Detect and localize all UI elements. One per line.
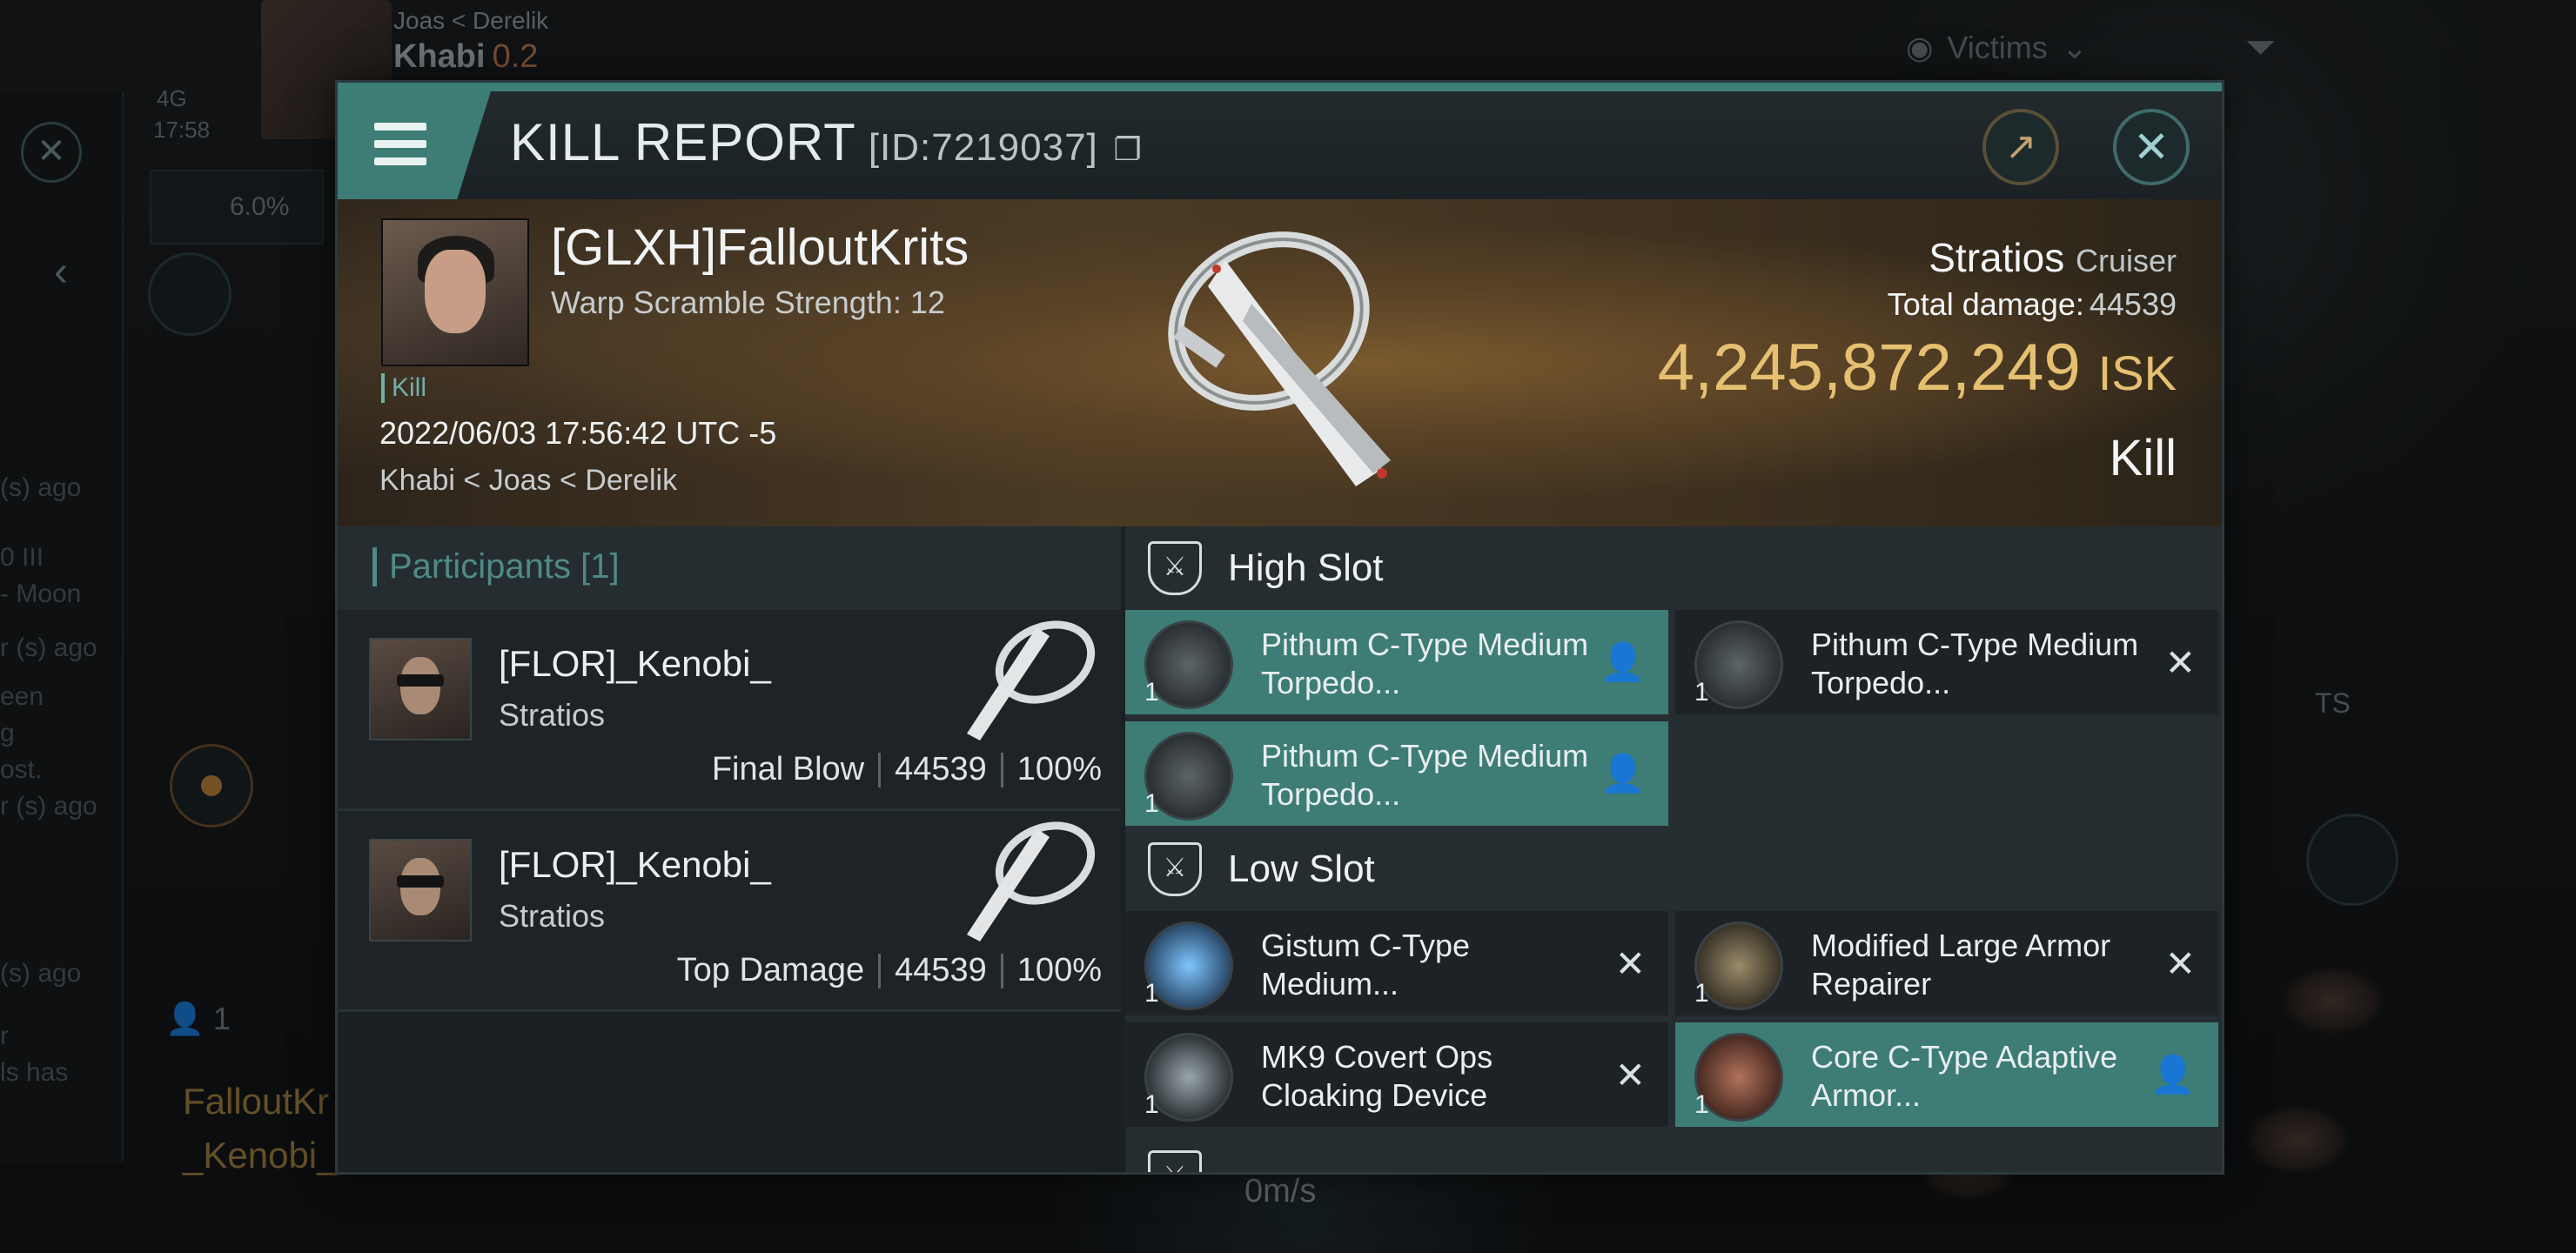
x-icon: ✕	[1614, 943, 1646, 984]
participant-stats: Final Blow 44539 100%	[711, 751, 1102, 787]
copy-icon[interactable]: ❐	[1113, 131, 1142, 167]
participants-count: [1]	[580, 547, 620, 586]
share-icon[interactable]: ↗	[1982, 109, 2059, 185]
slot-icon: ⚔	[1148, 1150, 1202, 1172]
hamburger-icon	[374, 123, 426, 175]
participant-ship-icon	[967, 821, 1096, 941]
participant-portrait	[369, 839, 472, 941]
module-item[interactable]: 1 Modified Large Armor Repairer ✕	[1675, 911, 2218, 1015]
menu-button[interactable]	[338, 91, 491, 199]
ship-type[interactable]: Stratios Cruiser	[1929, 234, 2177, 281]
victim-banner: [GLXH]FalloutKrits Warp Scramble Strengt…	[338, 199, 2222, 526]
close-icon[interactable]: ✕	[2113, 109, 2190, 185]
module-item[interactable]: 1 Pithum C-Type Medium Torpedo... 👤	[1125, 721, 1668, 826]
victim-portrait[interactable]	[381, 218, 529, 366]
module-item[interactable]: 1 Pithum C-Type Medium Torpedo... 👤	[1125, 610, 1668, 714]
participant-name: [FLOR]_Kenobi_	[499, 643, 771, 684]
participant-name: [FLOR]_Kenobi_	[499, 844, 771, 885]
kill-datetime: 2022/06/03 17:56:42 UTC -5	[379, 415, 777, 451]
participant-ship: Stratios	[499, 697, 606, 733]
x-icon: ✕	[1614, 1055, 1646, 1096]
person-icon: 👤	[1600, 753, 1646, 794]
low-slot-header: ⚔ Low Slot	[1125, 828, 2222, 911]
participant-stats: Top Damage 44539 100%	[676, 952, 1102, 988]
x-icon: ✕	[2164, 943, 2196, 984]
fitting-panel: ⚔ High Slot 1 Pithum C-Type Medium Torpe…	[1125, 526, 2222, 1172]
modal-title: KILL REPORT [ID:7219037] ❐	[510, 113, 1143, 171]
kill-location[interactable]: Khabi < Joas < Derelik	[379, 464, 677, 498]
participant-ship: Stratios	[499, 898, 606, 934]
participants-panel: Participants [1] [FLOR]_Kenobi_ Stratios…	[338, 526, 1121, 1172]
modal-header: KILL REPORT [ID:7219037] ❐ ↗ ✕	[338, 91, 2222, 199]
module-item[interactable]: 1 MK9 Covert Ops Cloaking Device ✕	[1125, 1022, 1668, 1127]
participants-header: Participants [1]	[338, 526, 1121, 610]
kill-result: Kill	[2109, 430, 2177, 486]
participant-ship-icon	[967, 620, 1096, 740]
x-icon: ✕	[2164, 642, 2196, 683]
module-item[interactable]: 1 Pithum C-Type Medium Torpedo... ✕	[1675, 610, 2218, 714]
module-item[interactable]: 1 Gistum C-Type Medium... ✕	[1125, 911, 1668, 1015]
kill-tag: Kill	[381, 373, 426, 403]
total-damage: Total damage: 44539	[1887, 286, 2177, 322]
participant-portrait	[369, 638, 472, 740]
kill-id: [ID:7219037]	[868, 126, 1098, 169]
stratios-ship-image	[1168, 231, 1391, 486]
isk-value: 4,245,872,249 ISK	[1657, 331, 2177, 405]
high-slot-icon: ⚔	[1148, 541, 1202, 595]
participant-row[interactable]: [FLOR]_Kenobi_ Stratios Final Blow 44539…	[338, 610, 1121, 811]
kill-report-modal: KILL REPORT [ID:7219037] ❐ ↗ ✕ [GLXH]Fall…	[335, 80, 2224, 1175]
person-icon: 👤	[1600, 641, 1646, 682]
victim-name[interactable]: [GLXH]FalloutKrits	[551, 218, 969, 277]
modal-accent-bar	[338, 83, 2222, 91]
module-item[interactable]: 1 Core C-Type Adaptive Armor... 👤	[1675, 1022, 2218, 1127]
participant-row[interactable]: [FLOR]_Kenobi_ Stratios Top Damage 44539…	[338, 811, 1121, 1012]
next-slot-header: ⚔	[1125, 1136, 2222, 1172]
high-slot-header: ⚔ High Slot	[1125, 526, 2222, 610]
warp-scramble-strength: Warp Scramble Strength: 12	[551, 285, 945, 320]
person-icon: 👤	[2150, 1054, 2196, 1095]
low-slot-icon: ⚔	[1148, 842, 1202, 896]
